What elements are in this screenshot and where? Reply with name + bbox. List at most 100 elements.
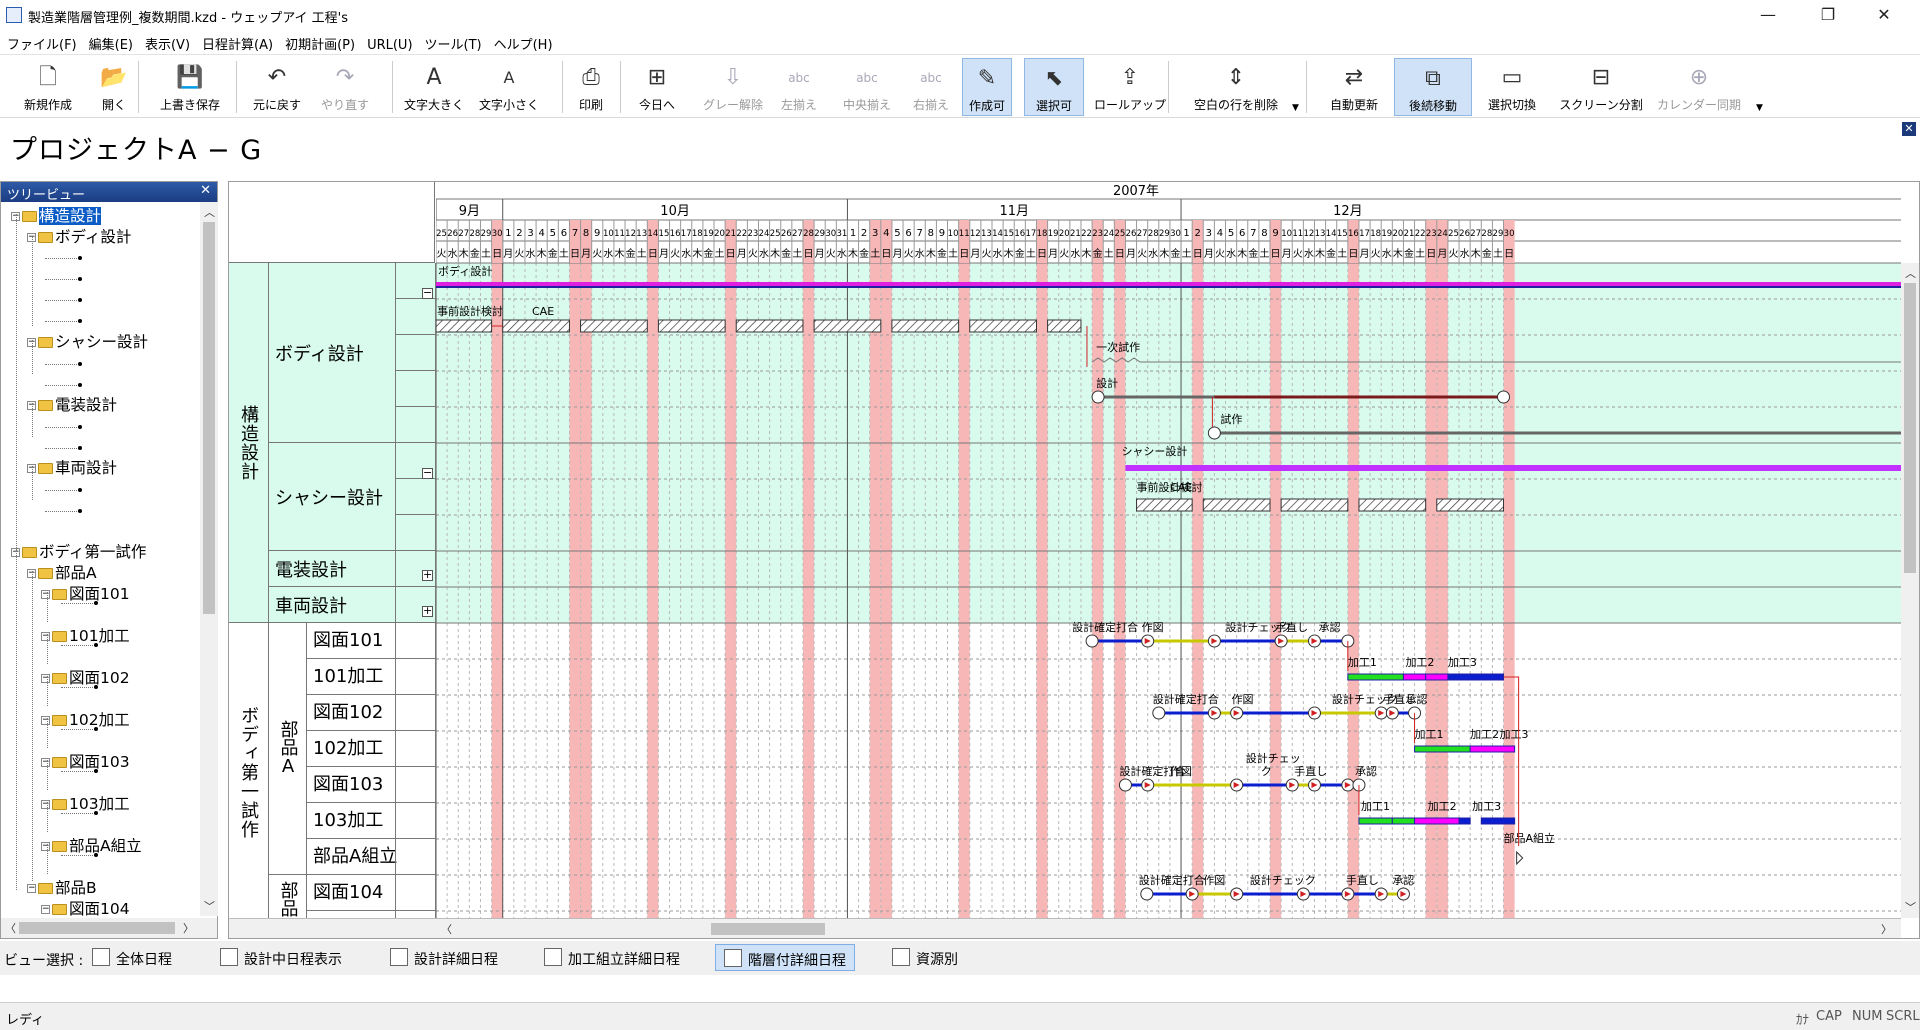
menu-file[interactable]: ファイル(F)	[0, 30, 82, 53]
view-overall-schedule[interactable]: 全体日程	[84, 944, 180, 971]
tree-node[interactable]: − 102加工	[41, 708, 130, 729]
gantt-horizontal-scrollbar[interactable]: 〈〉	[229, 918, 1901, 938]
collapse-icon[interactable]: −	[41, 632, 50, 641]
successor-move-button[interactable]: ⧉ 後続移動	[1394, 58, 1472, 116]
menu-edit[interactable]: 編集(E)	[82, 30, 138, 53]
collapse-icon[interactable]: −	[41, 905, 50, 914]
weekday-label: 月	[1204, 248, 1214, 260]
tree-node[interactable]: − 図面103	[41, 750, 130, 771]
align-center-button[interactable]: abc 中央揃え	[834, 58, 900, 116]
tree-node[interactable]: − 部品A	[27, 561, 97, 582]
font-larger-button[interactable]: A 文字大きく	[400, 58, 468, 116]
tree-close-icon[interactable]: ✕	[200, 183, 211, 198]
collapse-icon[interactable]: −	[41, 758, 50, 767]
weekday-label: 水	[448, 248, 458, 260]
tree-node[interactable]: − ボディ第一試作	[11, 540, 146, 561]
collapse-icon[interactable]: −	[422, 287, 433, 299]
tree-leaf[interactable]	[61, 769, 98, 773]
tree-leaf[interactable]	[45, 446, 82, 450]
auto-update-button[interactable]: ⇄ 自動更新	[1318, 58, 1390, 116]
menu-url[interactable]: URL(U)	[360, 34, 417, 53]
menu-initial-plan[interactable]: 初期計画(P)	[278, 30, 360, 53]
tree-node[interactable]: − 図面102	[41, 666, 130, 687]
create-enable-button[interactable]: ✎ 作成可	[962, 58, 1012, 116]
tree-leaf[interactable]	[45, 298, 82, 302]
today-button[interactable]: ⊞ 今日へ	[628, 58, 686, 116]
undo-button[interactable]: ↶ 元に戻す	[242, 58, 312, 116]
milestone	[1497, 390, 1511, 404]
tree-node[interactable]: − 構造設計	[11, 204, 102, 225]
menu-tools[interactable]: ツール(T)	[418, 30, 487, 53]
tree-leaf[interactable]	[45, 277, 82, 281]
tree-node[interactable]: − 図面101	[41, 582, 130, 603]
close-button[interactable]: ✕	[1856, 0, 1912, 30]
tree-leaf[interactable]	[61, 727, 98, 731]
tree-leaf[interactable]	[45, 425, 82, 429]
redo-button[interactable]: ↷ やり直す	[314, 58, 376, 116]
expand-icon[interactable]: +	[422, 569, 433, 581]
collapse-icon[interactable]: −	[41, 800, 50, 809]
view-by-resource[interactable]: 資源別	[884, 944, 966, 971]
menu-schedule[interactable]: 日程計算(A)	[195, 30, 278, 53]
gray-clear-button[interactable]: ⇩ グレー解除	[692, 58, 774, 116]
tree-leaf[interactable]	[45, 256, 82, 260]
collapse-icon[interactable]: −	[422, 467, 433, 479]
close-pane-icon[interactable]: ✕	[1902, 122, 1916, 136]
view-hierarchical-detail[interactable]: 階層付詳細日程	[715, 944, 855, 971]
collapse-icon[interactable]: −	[41, 674, 50, 683]
align-right-button[interactable]: abc 右揃え	[904, 58, 958, 116]
tree-vertical-scrollbar[interactable]: ︿ ﹀	[200, 202, 218, 916]
collapse-icon[interactable]: −	[41, 842, 50, 851]
tree-node[interactable]: − 部品A組立	[41, 834, 142, 855]
gantt-chart[interactable]: 2007年9月 10月 11月 12月25火26水27木28金29土30日1月2火3水…	[436, 182, 1901, 918]
tree-leaf[interactable]	[45, 362, 82, 366]
tree-leaf[interactable]	[61, 811, 98, 815]
select-enable-button[interactable]: ⬉ 選択可	[1024, 58, 1084, 116]
tree-leaf[interactable]	[61, 853, 98, 857]
tree-leaf[interactable]	[61, 685, 98, 689]
open-folder-button[interactable]: 📂 開く	[88, 58, 140, 116]
view-design-middle[interactable]: 設計中日程表示	[212, 944, 350, 971]
align-left-button[interactable]: abc 左揃え	[776, 58, 822, 116]
tree-leaf[interactable]	[61, 643, 98, 647]
gantt-vertical-scrollbar[interactable]: ︿ ﹀	[1901, 263, 1919, 918]
tree-node[interactable]: − 101加工	[41, 624, 130, 645]
tree-node[interactable]: − 車両設計	[27, 456, 117, 477]
collapse-icon[interactable]: −	[41, 590, 50, 599]
selection-switch-button[interactable]: ▭ 選択切換	[1474, 58, 1550, 116]
collapse-icon[interactable]: −	[41, 716, 50, 725]
maximize-button[interactable]: ❐	[1800, 0, 1856, 30]
tree-node[interactable]: − 電装設計	[27, 393, 117, 414]
menu-help[interactable]: ヘルプ(H)	[487, 30, 558, 53]
expand-icon[interactable]: +	[422, 605, 433, 617]
save-button[interactable]: 💾 上書き保存	[144, 58, 236, 116]
day-number: 7	[917, 228, 923, 239]
menu-view[interactable]: 表示(V)	[138, 30, 195, 53]
tree-node[interactable]: − ボディ設計	[27, 225, 131, 246]
tree-leaf[interactable]	[45, 488, 82, 492]
rollup-button[interactable]: ⇪ ロールアップ	[1090, 58, 1170, 116]
tree-leaf[interactable]	[45, 319, 82, 323]
minimize-button[interactable]: —	[1740, 0, 1796, 30]
view-process-assembly-detail[interactable]: 加工組立詳細日程	[536, 944, 688, 971]
tree-node[interactable]: − 103加工	[41, 792, 130, 813]
screen-split-button[interactable]: ⊟ スクリーン分割	[1552, 58, 1650, 116]
tree-leaf[interactable]	[45, 509, 82, 513]
toolbar-overflow-icon[interactable]: ▼	[1292, 103, 1299, 113]
collapse-icon[interactable]: −	[27, 884, 36, 893]
print-button[interactable]: ⎙ 印刷	[568, 58, 614, 116]
calendar-sync-button[interactable]: ⊕ カレンダー同期	[1654, 58, 1744, 116]
tree-leaf[interactable]	[45, 383, 82, 387]
new-file-button[interactable]: 🗋 新規作成	[8, 58, 88, 116]
view-design-detail[interactable]: 設計詳細日程	[382, 944, 506, 971]
delete-blank-rows-button[interactable]: ⇕ 空白の行を削除	[1174, 58, 1298, 116]
weekday-label: 水	[1148, 248, 1158, 260]
tree-horizontal-scrollbar[interactable]: 〈〉	[1, 918, 217, 938]
tree-node[interactable]: − 図面104	[41, 897, 130, 916]
bar-label: 加工1	[1415, 728, 1444, 741]
font-smaller-button[interactable]: A 文字小さく	[474, 58, 544, 116]
toolbar-overflow-icon[interactable]: ▼	[1756, 103, 1763, 113]
tree-node[interactable]: − 部品B	[27, 876, 97, 897]
tree-node[interactable]: − シャシー設計	[27, 330, 148, 351]
tree-leaf[interactable]	[61, 601, 98, 605]
